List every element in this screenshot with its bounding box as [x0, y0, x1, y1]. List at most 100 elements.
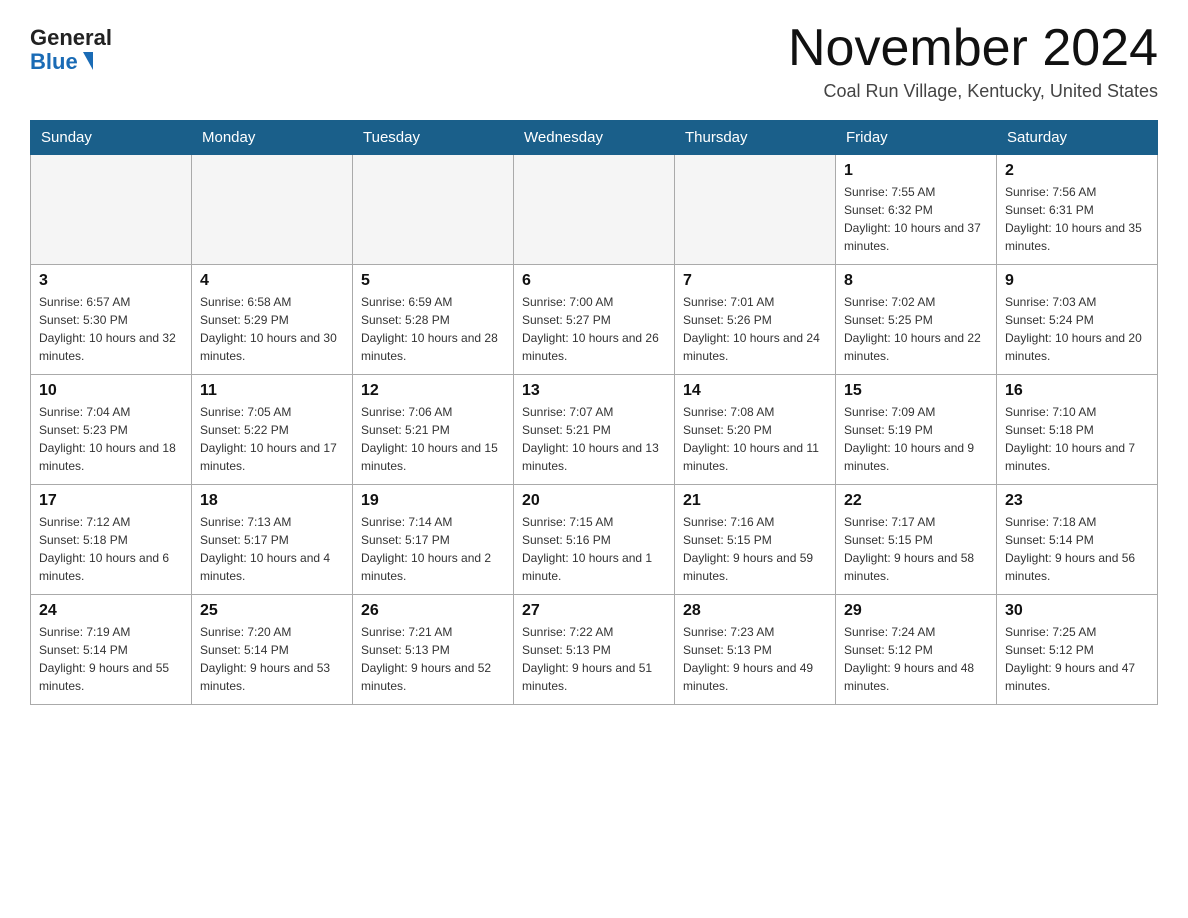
- day-info: Sunrise: 7:25 AM Sunset: 5:12 PM Dayligh…: [1005, 623, 1149, 695]
- day-number: 24: [39, 602, 183, 620]
- calendar-cell: 26 Sunrise: 7:21 AM Sunset: 5:13 PM Dayli…: [353, 595, 514, 705]
- calendar-body: 1 Sunrise: 7:55 AM Sunset: 6:32 PM Daylig…: [31, 155, 1158, 705]
- logo-blue-text: Blue: [30, 50, 78, 74]
- day-info: Sunrise: 7:16 AM Sunset: 5:15 PM Dayligh…: [683, 513, 827, 585]
- day-info: Sunrise: 7:06 AM Sunset: 5:21 PM Dayligh…: [361, 403, 505, 475]
- day-number: 12: [361, 382, 505, 400]
- day-info: Sunrise: 7:04 AM Sunset: 5:23 PM Dayligh…: [39, 403, 183, 475]
- calendar-cell: 3Sunrise: 6:57 AM Sunset: 5:30 PM Daylig…: [31, 265, 192, 375]
- day-number: 19: [361, 492, 505, 510]
- day-number: 26: [361, 602, 505, 620]
- day-info: Sunrise: 7:00 AM Sunset: 5:27 PM Dayligh…: [522, 293, 666, 365]
- day-info: Sunrise: 7:15 AM Sunset: 5:16 PM Dayligh…: [522, 513, 666, 585]
- day-number: 16: [1005, 382, 1149, 400]
- day-number: 27: [522, 602, 666, 620]
- calendar-cell: [353, 155, 514, 265]
- calendar-cell: 11 Sunrise: 7:05 AM Sunset: 5:22 PM Dayli…: [192, 375, 353, 485]
- day-number: 17: [39, 492, 183, 510]
- header-thursday: Thursday: [675, 121, 836, 155]
- day-number: 7: [683, 272, 827, 290]
- calendar-cell: [192, 155, 353, 265]
- day-number: 9: [1005, 272, 1149, 290]
- calendar-cell: 19 Sunrise: 7:14 AM Sunset: 5:17 PM Dayli…: [353, 485, 514, 595]
- day-info: Sunrise: 7:03 AM Sunset: 5:24 PM Dayligh…: [1005, 293, 1149, 365]
- calendar-cell: 8Sunrise: 7:02 AM Sunset: 5:25 PM Daylig…: [836, 265, 997, 375]
- calendar-cell: 4 Sunrise: 6:58 AM Sunset: 5:29 PM Daylig…: [192, 265, 353, 375]
- calendar-cell: [514, 155, 675, 265]
- day-number: 1: [844, 162, 988, 180]
- calendar-week-4: 17 Sunrise: 7:12 AM Sunset: 5:18 PM Dayli…: [31, 485, 1158, 595]
- calendar-cell: 29 Sunrise: 7:24 AM Sunset: 5:12 PM Dayli…: [836, 595, 997, 705]
- day-number: 14: [683, 382, 827, 400]
- day-number: 5: [361, 272, 505, 290]
- header-friday: Friday: [836, 121, 997, 155]
- logo-general-text: General: [30, 26, 112, 50]
- calendar-cell: [675, 155, 836, 265]
- header-sunday: Sunday: [31, 121, 192, 155]
- day-info: Sunrise: 7:18 AM Sunset: 5:14 PM Dayligh…: [1005, 513, 1149, 585]
- header-tuesday: Tuesday: [353, 121, 514, 155]
- day-info: Sunrise: 7:07 AM Sunset: 5:21 PM Dayligh…: [522, 403, 666, 475]
- day-info: Sunrise: 7:13 AM Sunset: 5:17 PM Dayligh…: [200, 513, 344, 585]
- calendar-cell: 7 Sunrise: 7:01 AM Sunset: 5:26 PM Daylig…: [675, 265, 836, 375]
- calendar-cell: 1 Sunrise: 7:55 AM Sunset: 6:32 PM Daylig…: [836, 155, 997, 265]
- day-info: Sunrise: 7:01 AM Sunset: 5:26 PM Dayligh…: [683, 293, 827, 365]
- title-block: November 2024 Coal Run Village, Kentucky…: [788, 20, 1158, 102]
- day-number: 22: [844, 492, 988, 510]
- day-info: Sunrise: 7:05 AM Sunset: 5:22 PM Dayligh…: [200, 403, 344, 475]
- logo-blue-row: Blue: [30, 50, 93, 74]
- header-monday: Monday: [192, 121, 353, 155]
- day-number: 15: [844, 382, 988, 400]
- calendar-cell: 13 Sunrise: 7:07 AM Sunset: 5:21 PM Dayli…: [514, 375, 675, 485]
- day-number: 18: [200, 492, 344, 510]
- calendar-cell: 14Sunrise: 7:08 AM Sunset: 5:20 PM Dayli…: [675, 375, 836, 485]
- calendar-week-1: 1 Sunrise: 7:55 AM Sunset: 6:32 PM Daylig…: [31, 155, 1158, 265]
- calendar-cell: 28Sunrise: 7:23 AM Sunset: 5:13 PM Dayli…: [675, 595, 836, 705]
- day-number: 4: [200, 272, 344, 290]
- day-number: 29: [844, 602, 988, 620]
- day-number: 13: [522, 382, 666, 400]
- calendar-table: Sunday Monday Tuesday Wednesday Thursday…: [30, 120, 1158, 705]
- day-number: 21: [683, 492, 827, 510]
- day-info: Sunrise: 7:19 AM Sunset: 5:14 PM Dayligh…: [39, 623, 183, 695]
- day-info: Sunrise: 7:02 AM Sunset: 5:25 PM Dayligh…: [844, 293, 988, 365]
- calendar-week-3: 10Sunrise: 7:04 AM Sunset: 5:23 PM Dayli…: [31, 375, 1158, 485]
- day-info: Sunrise: 7:10 AM Sunset: 5:18 PM Dayligh…: [1005, 403, 1149, 475]
- day-info: Sunrise: 7:09 AM Sunset: 5:19 PM Dayligh…: [844, 403, 988, 475]
- calendar-cell: 6Sunrise: 7:00 AM Sunset: 5:27 PM Daylig…: [514, 265, 675, 375]
- calendar-cell: 10Sunrise: 7:04 AM Sunset: 5:23 PM Dayli…: [31, 375, 192, 485]
- calendar-cell: 12 Sunrise: 7:06 AM Sunset: 5:21 PM Dayli…: [353, 375, 514, 485]
- day-info: Sunrise: 7:12 AM Sunset: 5:18 PM Dayligh…: [39, 513, 183, 585]
- day-info: Sunrise: 7:24 AM Sunset: 5:12 PM Dayligh…: [844, 623, 988, 695]
- location-text: Coal Run Village, Kentucky, United State…: [788, 81, 1158, 102]
- logo-triangle-icon: [83, 52, 93, 70]
- header-wednesday: Wednesday: [514, 121, 675, 155]
- calendar-cell: 15 Sunrise: 7:09 AM Sunset: 5:19 PM Dayli…: [836, 375, 997, 485]
- calendar-header: Sunday Monday Tuesday Wednesday Thursday…: [31, 121, 1158, 155]
- day-info: Sunrise: 7:20 AM Sunset: 5:14 PM Dayligh…: [200, 623, 344, 695]
- day-info: Sunrise: 7:21 AM Sunset: 5:13 PM Dayligh…: [361, 623, 505, 695]
- day-number: 23: [1005, 492, 1149, 510]
- day-info: Sunrise: 7:22 AM Sunset: 5:13 PM Dayligh…: [522, 623, 666, 695]
- calendar-cell: 20 Sunrise: 7:15 AM Sunset: 5:16 PM Dayli…: [514, 485, 675, 595]
- day-info: Sunrise: 7:55 AM Sunset: 6:32 PM Dayligh…: [844, 183, 988, 255]
- calendar-cell: 27 Sunrise: 7:22 AM Sunset: 5:13 PM Dayli…: [514, 595, 675, 705]
- day-info: Sunrise: 6:58 AM Sunset: 5:29 PM Dayligh…: [200, 293, 344, 365]
- day-number: 11: [200, 382, 344, 400]
- calendar-cell: 16 Sunrise: 7:10 AM Sunset: 5:18 PM Dayli…: [997, 375, 1158, 485]
- day-number: 25: [200, 602, 344, 620]
- calendar-cell: 9 Sunrise: 7:03 AM Sunset: 5:24 PM Daylig…: [997, 265, 1158, 375]
- logo: General Blue: [30, 26, 112, 74]
- month-title: November 2024: [788, 20, 1158, 77]
- calendar-week-5: 24 Sunrise: 7:19 AM Sunset: 5:14 PM Dayli…: [31, 595, 1158, 705]
- day-info: Sunrise: 7:14 AM Sunset: 5:17 PM Dayligh…: [361, 513, 505, 585]
- calendar-cell: 5 Sunrise: 6:59 AM Sunset: 5:28 PM Daylig…: [353, 265, 514, 375]
- calendar-cell: [31, 155, 192, 265]
- calendar-cell: 24 Sunrise: 7:19 AM Sunset: 5:14 PM Dayli…: [31, 595, 192, 705]
- header-saturday: Saturday: [997, 121, 1158, 155]
- calendar-cell: 25 Sunrise: 7:20 AM Sunset: 5:14 PM Dayli…: [192, 595, 353, 705]
- day-number: 20: [522, 492, 666, 510]
- calendar-cell: 22Sunrise: 7:17 AM Sunset: 5:15 PM Dayli…: [836, 485, 997, 595]
- day-info: Sunrise: 6:59 AM Sunset: 5:28 PM Dayligh…: [361, 293, 505, 365]
- day-number: 28: [683, 602, 827, 620]
